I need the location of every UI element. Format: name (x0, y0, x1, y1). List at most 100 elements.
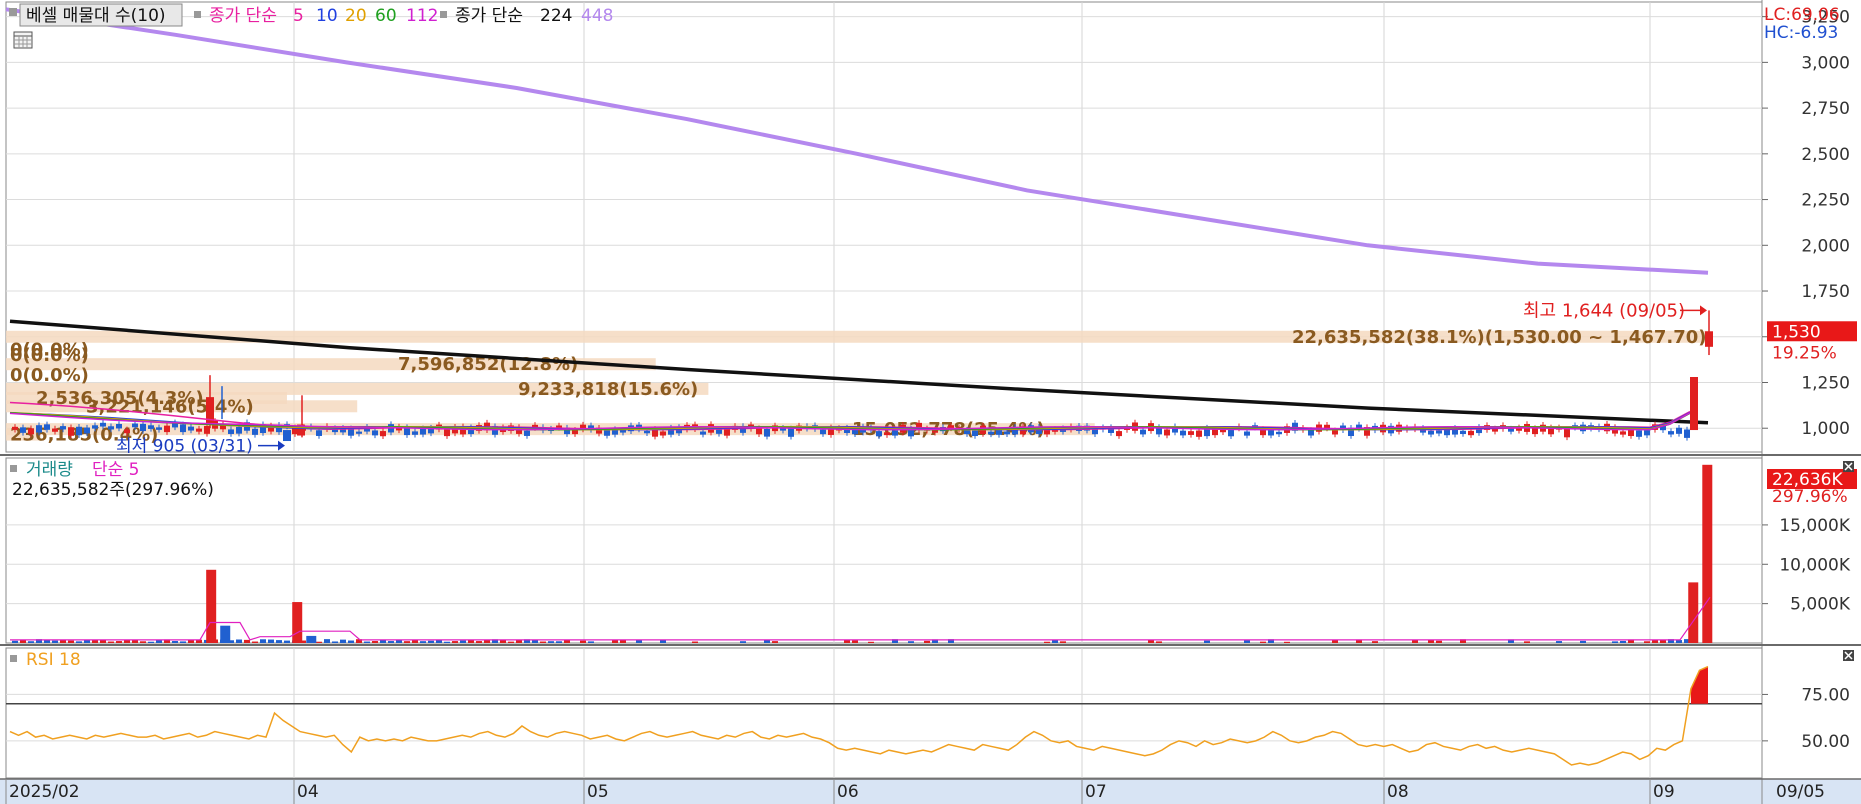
rsi-tick-label: 75.00 (1801, 685, 1850, 705)
candle (252, 428, 258, 435)
legend-marker (10, 655, 17, 662)
last-candle[interactable] (1705, 331, 1713, 347)
volume-bar (636, 640, 642, 643)
candle (820, 429, 826, 435)
volume-bar (76, 641, 82, 643)
volume-bar (1044, 641, 1050, 643)
volume-bar (1652, 640, 1658, 643)
volume-bar (1332, 640, 1338, 643)
price-tick-label: 1,250 (1801, 373, 1850, 393)
volume-bar (340, 639, 346, 643)
calendar-icon[interactable] (13, 31, 33, 49)
ma-legend-60[interactable]: 60 (375, 6, 397, 26)
volume-bar (1060, 641, 1066, 643)
volume-bar (52, 640, 58, 643)
candle (444, 429, 450, 437)
price-tick-label: 1,000 (1801, 419, 1850, 439)
volume-bar (364, 641, 370, 643)
candle (188, 426, 194, 431)
volume-spike-bar[interactable] (292, 602, 303, 643)
legend-marker (440, 11, 447, 18)
candle (892, 430, 898, 436)
volume-bar (620, 640, 626, 643)
price-tick-label: 1,750 (1801, 282, 1850, 302)
volume-bar (276, 640, 282, 643)
volume-bar (348, 640, 354, 643)
candle (932, 430, 938, 433)
date-tick-label: 06 (837, 782, 859, 802)
volume-bar (316, 641, 322, 643)
candle (180, 424, 186, 433)
candle (1268, 430, 1274, 436)
candle (1228, 429, 1234, 437)
candle (756, 428, 762, 435)
current-volume-change: 297.96% (1772, 487, 1848, 507)
volume-bar (68, 640, 74, 643)
date-tick-label: 07 (1085, 782, 1107, 802)
ma-long-legend-prefix: 종가 단순 (455, 6, 523, 26)
volume-bar (1612, 641, 1618, 643)
candle (1332, 430, 1338, 435)
ma-legend-5[interactable]: 5 (293, 6, 304, 26)
candle (1276, 431, 1282, 435)
volume-bar (540, 641, 546, 643)
ma-legend-20[interactable]: 20 (345, 6, 367, 26)
volume-bar (420, 641, 426, 643)
volume-bar (84, 640, 90, 643)
volume-spike-bar[interactable] (1702, 464, 1713, 643)
volume-bar (908, 641, 914, 643)
price-tick-label: 2,000 (1801, 236, 1850, 256)
candle (1644, 430, 1650, 436)
volume-spike-bar[interactable] (220, 625, 231, 643)
candle (36, 425, 42, 433)
candle (724, 429, 730, 436)
volume-spike-bar[interactable] (306, 635, 317, 643)
candle (44, 424, 50, 430)
candle (84, 427, 90, 434)
close-icon[interactable] (1843, 461, 1854, 472)
volume-tick-label: 5,000K (1790, 595, 1851, 615)
stock-chart[interactable]: 2025/02 04 05 06 07 08 09 09/053,2503,0002,7502… (0, 0, 1861, 804)
candle (156, 427, 162, 430)
volume-bar (148, 641, 154, 643)
candle (196, 428, 202, 432)
volume-bar (1436, 640, 1442, 643)
candle (420, 428, 426, 435)
candle (372, 430, 378, 436)
volume-bar (548, 641, 554, 643)
volume-bar (532, 640, 538, 643)
volume-bar (740, 641, 746, 643)
volume-bar (1244, 640, 1250, 643)
volume-bar (172, 641, 178, 643)
volume-bar (924, 640, 930, 643)
volume-bar (1620, 640, 1626, 643)
candle (316, 430, 322, 436)
volume-bar (268, 639, 274, 643)
candle (356, 431, 362, 434)
legend-marker (10, 465, 17, 472)
date-tick-label: 05 (587, 782, 609, 802)
candle (140, 423, 146, 432)
volume-bar (772, 641, 778, 643)
candle (148, 425, 154, 429)
volume-spike-bar[interactable] (1688, 582, 1699, 643)
volume-bar (1676, 640, 1682, 643)
ma-legend-448[interactable]: 448 (581, 6, 613, 26)
ma-legend-112[interactable]: 112 (406, 6, 438, 26)
candle (1564, 428, 1570, 438)
legend-marker (194, 11, 201, 18)
ma-legend-224[interactable]: 224 (540, 6, 572, 26)
volume-bar (484, 640, 490, 643)
close-icon[interactable] (1843, 650, 1854, 661)
volume-bar (1156, 641, 1162, 643)
volume-spike-bar[interactable] (206, 569, 217, 643)
candle (124, 429, 130, 434)
ma-legend-10[interactable]: 10 (316, 6, 338, 26)
volume-profile-label: 0(0.0%) (10, 345, 89, 366)
volume-bar (188, 640, 194, 643)
volume-bar (332, 641, 338, 643)
candle (60, 426, 66, 430)
date-axis-background (0, 779, 1861, 804)
candle (228, 429, 234, 434)
volume-bar (1284, 641, 1290, 643)
